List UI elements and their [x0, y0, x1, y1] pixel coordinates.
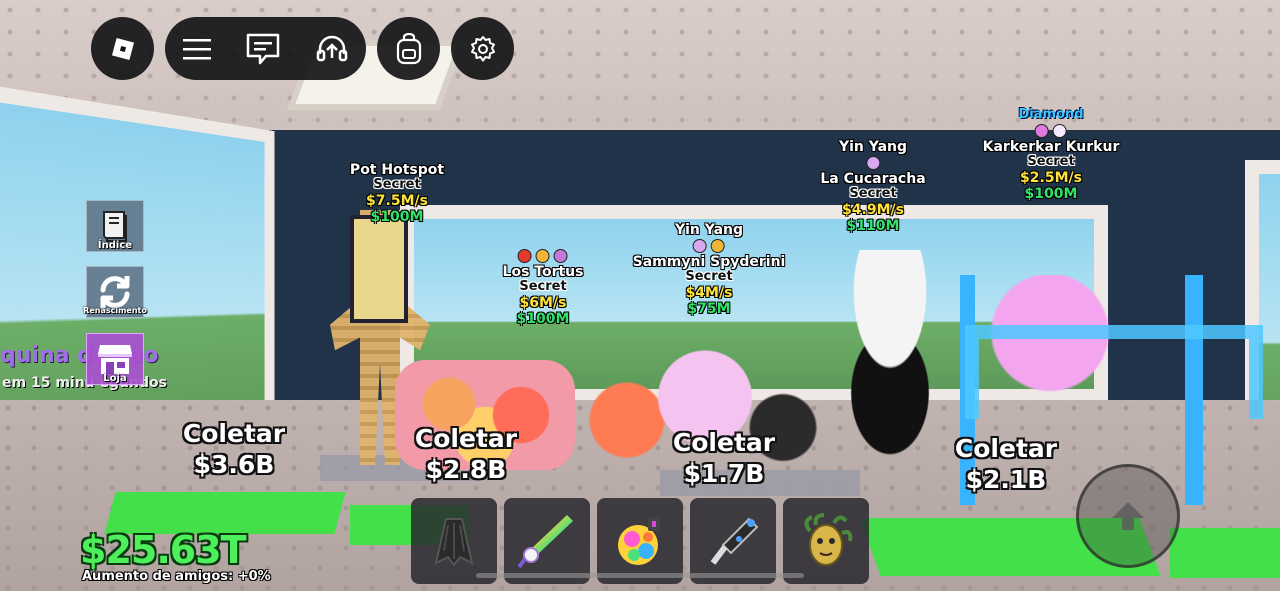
- money-counter: $25.63T: [80, 528, 247, 572]
- collect-label[interactable]: Coletar $2.8B: [415, 423, 517, 486]
- trait-icon: [865, 156, 880, 171]
- brainrot-mutation: Yin Yang: [674, 222, 744, 238]
- brainrot-price: $100M: [1024, 186, 1078, 203]
- collect-label[interactable]: Coletar $3.6B: [183, 418, 285, 481]
- brainrot-rate: $6M/s: [519, 295, 567, 312]
- trait-icons: [503, 249, 584, 263]
- hotbar-slot-4[interactable]: [690, 498, 776, 584]
- trait-icons: [633, 239, 786, 254]
- friends-boost-text: Aumento de amigos: +0%: [82, 569, 271, 584]
- trait-icon: [553, 249, 568, 263]
- sidebar-item-loja[interactable]: Loja: [86, 333, 144, 385]
- unicorn-sword-icon: [515, 509, 579, 573]
- phone-head: [350, 215, 408, 323]
- brainrot-rarity: Secret: [1027, 154, 1075, 170]
- brainrot-rate: $7.5M/s: [366, 193, 428, 210]
- sidebar-item-renascimento[interactable]: Renascimento: [83, 266, 147, 318]
- hotbar-slot-5[interactable]: [783, 498, 869, 584]
- brainrot-tag: Pot Hotspot Secret $7.5M/s $100M: [350, 162, 444, 225]
- collect-pad[interactable]: [1170, 528, 1280, 578]
- collect-label[interactable]: Coletar $1.7B: [673, 427, 775, 490]
- collect-amount: $1.7B: [683, 459, 765, 489]
- collect-amount: $3.6B: [193, 450, 275, 480]
- trait-icon: [1052, 123, 1067, 138]
- collect-title: Coletar: [182, 419, 286, 448]
- brainrot-rarity: Secret: [373, 177, 421, 193]
- top-menu-group: [165, 17, 366, 80]
- collect-amount: $2.8B: [425, 455, 507, 485]
- brainrot-name: Pot Hotspot: [349, 162, 445, 178]
- brainrot-name: Sammyni Spyderini: [632, 254, 786, 271]
- brainrot-mutation: Yin Yang: [838, 139, 908, 155]
- brainrot-rarity: Secret: [685, 269, 733, 285]
- brainrot-name: La Cucaracha: [820, 171, 926, 188]
- trait-icons: [983, 123, 1120, 138]
- backpack-button[interactable]: [377, 17, 440, 80]
- collect-title: Coletar: [672, 428, 776, 457]
- sidebar-item-indice[interactable]: Índice: [86, 200, 144, 252]
- brainrot-price: $110M: [846, 218, 900, 235]
- trait-icons: [820, 156, 925, 171]
- medusa-mask-icon: [796, 511, 856, 571]
- brainrot-price: $75M: [687, 301, 731, 318]
- brainrot-mutation: Diamond: [1018, 107, 1084, 122]
- jump-button[interactable]: [1076, 464, 1180, 568]
- collect-label[interactable]: Coletar $2.1B: [955, 433, 1057, 496]
- trait-icon: [535, 249, 550, 263]
- backpack-icon: [394, 32, 424, 65]
- cape-icon: [424, 511, 484, 571]
- jump-arrow-icon: [1108, 498, 1148, 534]
- hotbar-slot-3[interactable]: [597, 498, 683, 584]
- brainrot-tag: Yin Yang La Cucaracha Secret $4.9M/s $11…: [820, 139, 925, 234]
- gear-icon: [469, 35, 497, 63]
- brainrot-tag: Diamond Karkerkar Kurkur Secret $2.5M/s …: [982, 107, 1120, 203]
- roblox-logo-icon: [108, 34, 138, 64]
- disco-grenade-icon: [610, 511, 670, 571]
- sidebar-item-label: Loja: [103, 373, 127, 384]
- hotbar: [411, 498, 869, 584]
- hamburger-menu-icon[interactable]: [182, 37, 212, 61]
- brainrot-rate: $4.9M/s: [842, 202, 904, 219]
- hotbar-scrollbar[interactable]: [476, 573, 804, 578]
- kurkur-frame: [965, 325, 1263, 419]
- trait-icon: [711, 239, 725, 254]
- book-icon: [98, 208, 132, 244]
- brainrot-rarity: Secret: [849, 186, 897, 202]
- brainrot-tag: Yin Yang Sammyni Spyderini Secret $4M/s …: [633, 222, 786, 317]
- trait-icon: [517, 249, 532, 263]
- sidebar-item-label: Índice: [97, 240, 133, 251]
- brainrot-rate: $4M/s: [685, 285, 733, 302]
- brainrot-name: Karkerkar Kurkur: [982, 138, 1120, 155]
- brainrot-rarity: Secret: [519, 279, 567, 295]
- settings-button[interactable]: [451, 17, 514, 80]
- hotbar-slot-1[interactable]: [411, 498, 497, 584]
- trait-icon: [693, 239, 707, 254]
- collect-title: Coletar: [414, 424, 518, 453]
- sidebar-item-label: Renascimento: [83, 306, 147, 315]
- brainrot-price: $100M: [370, 209, 424, 226]
- brainrot-tag: Los Tortus Secret $6M/s $100M: [502, 248, 584, 328]
- brainrot-name: Los Tortus: [502, 264, 584, 280]
- headset-icon[interactable]: [315, 32, 349, 66]
- shop-icon: [96, 341, 134, 377]
- hotbar-slot-2[interactable]: [504, 498, 590, 584]
- roblox-menu-button[interactable]: [91, 17, 154, 80]
- collect-amount: $2.1B: [965, 465, 1047, 495]
- brainrot-price: $100M: [516, 311, 570, 328]
- grapple-gun-icon: [703, 511, 763, 571]
- trait-icon: [1034, 123, 1049, 138]
- brainrot-rate: $2.5M/s: [1020, 169, 1082, 186]
- collect-title: Coletar: [954, 434, 1058, 463]
- chat-icon[interactable]: [245, 32, 281, 66]
